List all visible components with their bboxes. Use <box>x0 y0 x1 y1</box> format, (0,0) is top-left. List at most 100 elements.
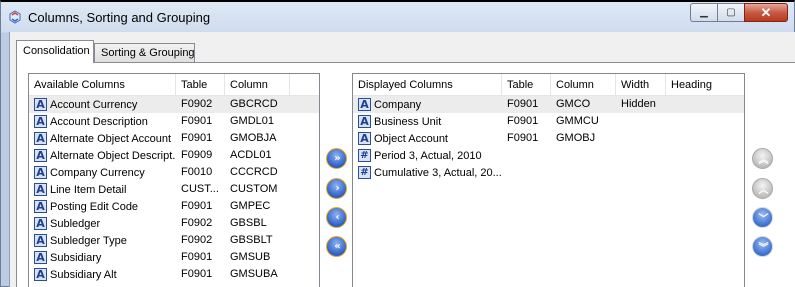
list-item[interactable]: A Business Unit F0901 GMMCU <box>353 113 744 130</box>
available-columns-list[interactable]: Available Columns Table Column A Account … <box>28 73 320 287</box>
column-header-column[interactable]: Column <box>551 74 616 96</box>
column-name-label: Alternate Object Descript... <box>50 149 176 162</box>
column-cell: GBSBLT <box>230 234 273 246</box>
column-header-table[interactable]: Table <box>176 74 225 96</box>
column-cell <box>556 164 616 181</box>
column-name-label: Period 3, Actual, 2010 <box>374 149 482 162</box>
app-logo-icon <box>9 10 21 24</box>
table-cell: F0901 <box>181 251 213 263</box>
close-icon: ✕ <box>760 4 772 20</box>
close-button[interactable]: ✕ <box>744 3 788 22</box>
column-name-label: Subledger <box>50 217 101 230</box>
list-item[interactable]: # Cumulative 3, Actual, 20... <box>353 164 744 181</box>
chevron-down-icon: ﹀ <box>758 214 769 225</box>
list-item[interactable]: A Account Description F0901 GMDL01 <box>29 113 319 130</box>
move-to-bottom-button[interactable]: ︾ <box>752 236 773 257</box>
list-item[interactable]: A Company F0901 GMCO Hidden <box>353 96 744 113</box>
column-header-heading[interactable]: Heading <box>666 74 744 96</box>
alpha-type-icon: A <box>34 217 47 230</box>
add-all-button[interactable]: » <box>326 148 347 169</box>
chevron-left-icon: ‹ <box>335 212 339 223</box>
column-cell: CUSTOM <box>230 183 278 195</box>
column-header-displayed[interactable]: Displayed Columns <box>353 74 502 96</box>
tab-consolidation[interactable]: Consolidation <box>16 40 94 63</box>
minimize-icon: ▁ <box>700 7 708 18</box>
column-cell: GMDL01 <box>230 115 275 127</box>
window-title: Columns, Sorting and Grouping <box>28 10 211 25</box>
column-name-label: Business Unit <box>374 115 442 128</box>
displayed-rows: A Company F0901 GMCO Hidden A Business Unit F09… <box>353 96 744 181</box>
displayed-columns-list[interactable]: Displayed Columns Table Column Width Hea… <box>352 73 745 287</box>
title-bar[interactable]: Columns, Sorting and Grouping ▁ ▢ ✕ <box>1 2 794 32</box>
column-cell: GBSBL <box>230 217 267 229</box>
column-name-label: Object Account <box>374 132 448 145</box>
list-item[interactable]: A Account Currency F0902 GBCRCD <box>29 96 319 113</box>
table-cell: F0902 <box>181 98 213 110</box>
column-cell: GMMCU <box>556 115 599 127</box>
column-name-cell: A Subledger <box>34 215 176 232</box>
heading-cell <box>671 164 741 181</box>
column-cell: GMOBJA <box>230 132 277 144</box>
width-cell <box>621 164 666 181</box>
list-item[interactable]: A Subsidiary F0901 GMSUB <box>29 249 319 266</box>
list-item[interactable]: A Alternate Object Account F0901 GMOBJA <box>29 130 319 147</box>
numeric-type-icon: # <box>358 166 371 179</box>
width-cell: Hidden <box>621 98 656 110</box>
list-item[interactable]: A Subsidiary Alt F0901 GMSUBA <box>29 266 319 283</box>
chevron-up-icon: ︿ <box>758 185 769 196</box>
column-name-label: Posting Edit Code <box>50 200 139 213</box>
column-header-table[interactable]: Table <box>502 74 551 96</box>
table-cell: F0901 <box>181 115 213 127</box>
table-cell: F0901 <box>507 132 539 144</box>
table-cell <box>507 164 551 181</box>
list-item[interactable]: A Subledger Type F0902 GBSBLT <box>29 232 319 249</box>
remove-all-button[interactable]: « <box>326 236 347 257</box>
column-name-cell: A Alternate Object Account <box>34 130 176 147</box>
column-name-cell: A Object Account <box>358 130 502 147</box>
list-item[interactable]: A Alternate Object Descript... F0909 ACDL01 <box>29 147 319 164</box>
column-cell: GBCRCD <box>230 98 278 110</box>
table-cell: F0902 <box>181 234 213 246</box>
column-header-available[interactable]: Available Columns <box>29 74 176 96</box>
remove-selected-button[interactable]: ‹ <box>326 207 347 228</box>
maximize-button[interactable]: ▢ <box>717 3 744 22</box>
table-cell: F0010 <box>181 166 213 178</box>
move-to-top-button[interactable]: ︽ <box>752 148 773 169</box>
list-item[interactable]: A Object Account F0901 GMOBJ <box>353 130 744 147</box>
double-chevron-left-icon: « <box>334 241 341 252</box>
tab-sorting-grouping[interactable]: Sorting & Grouping <box>94 43 195 62</box>
alpha-type-icon: A <box>34 149 47 162</box>
list-item[interactable]: A Posting Edit Code F0901 GMPEC <box>29 198 319 215</box>
list-item[interactable]: A Line Item Detail CUST... CUSTOM <box>29 181 319 198</box>
list-header: Available Columns Table Column <box>29 74 319 96</box>
column-name-cell: A Company Currency <box>34 164 176 181</box>
column-name-label: Subsidiary Alt <box>50 268 117 281</box>
table-cell: F0901 <box>181 268 213 280</box>
heading-cell <box>671 130 741 147</box>
list-item[interactable]: A Company Currency F0010 CCCRCD <box>29 164 319 181</box>
double-chevron-right-icon: » <box>334 153 341 164</box>
numeric-type-icon: # <box>358 149 371 162</box>
column-name-label: Alternate Object Account <box>50 132 172 145</box>
column-cell: GMSUBA <box>230 268 278 280</box>
column-name-cell: A Business Unit <box>358 113 502 130</box>
list-item[interactable]: A Subledger F0902 GBSBL <box>29 215 319 232</box>
tab-label: Consolidation <box>23 45 90 57</box>
move-down-button[interactable]: ﹀ <box>752 207 773 228</box>
alpha-type-icon: A <box>34 234 47 247</box>
move-up-button[interactable]: ︿ <box>752 178 773 199</box>
alpha-type-icon: A <box>34 98 47 111</box>
column-header-column[interactable]: Column <box>225 74 290 96</box>
table-cell: CUST... <box>181 183 219 195</box>
width-cell <box>621 130 666 147</box>
column-cell: GMPEC <box>230 200 271 212</box>
minimize-button[interactable]: ▁ <box>690 3 717 22</box>
tab-label: Sorting & Grouping <box>101 47 195 59</box>
add-selected-button[interactable]: › <box>326 178 347 199</box>
alpha-type-icon: A <box>34 200 47 213</box>
column-name-cell: A Account Description <box>34 113 176 130</box>
table-cell: F0901 <box>507 115 539 127</box>
column-header-width[interactable]: Width <box>616 74 666 96</box>
column-name-label: Company <box>374 98 422 111</box>
list-item[interactable]: # Period 3, Actual, 2010 <box>353 147 744 164</box>
